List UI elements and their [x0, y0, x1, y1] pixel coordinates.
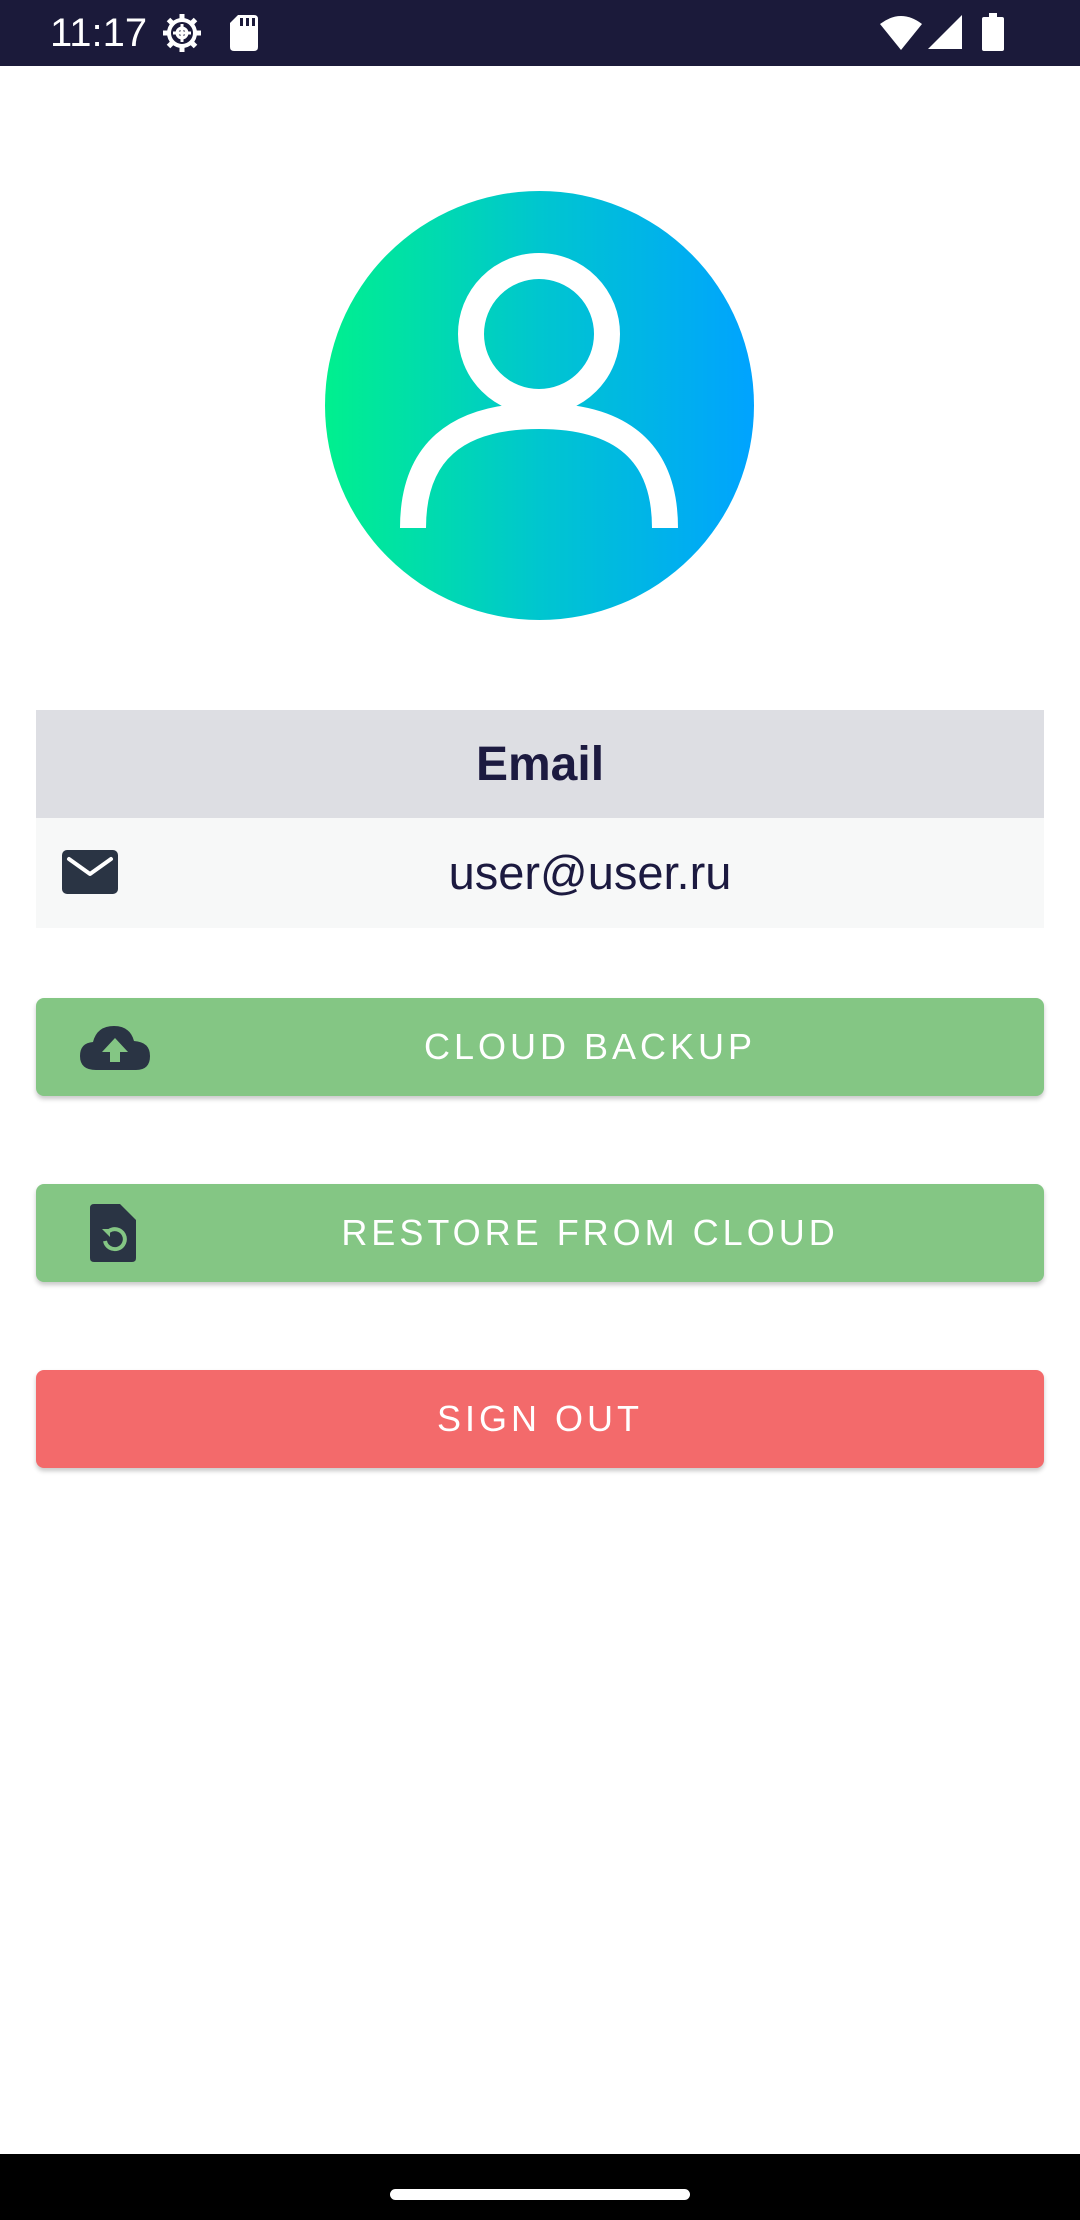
battery-icon — [982, 13, 1004, 51]
email-header: Email — [36, 710, 1044, 818]
profile-avatar — [325, 191, 754, 620]
cloud-backup-button[interactable]: CLOUD BACKUP — [36, 998, 1044, 1096]
sd-card-icon — [230, 15, 258, 51]
status-bar: 11:17 — [0, 0, 1080, 66]
user-icon — [400, 253, 678, 529]
gear-icon — [163, 14, 201, 52]
restore-from-cloud-label: RESTORE FROM CLOUD — [341, 1212, 839, 1253]
sign-out-button[interactable]: SIGN OUT — [36, 1370, 1044, 1468]
email-header-label: Email — [475, 737, 605, 791]
home-gesture-handle[interactable] — [390, 2189, 690, 2200]
cloud-backup-label: CLOUD BACKUP — [423, 1026, 757, 1067]
file-restore-icon — [90, 1204, 136, 1262]
signal-icon — [928, 15, 962, 49]
profile-screen: 11:17 Email user@user.ru CLOUD BACKUP RE… — [0, 0, 1080, 2220]
sign-out-label: SIGN OUT — [436, 1398, 643, 1439]
navigation-bar — [0, 2154, 1080, 2220]
email-row: user@user.ru — [36, 818, 1044, 928]
status-time: 11:17 — [50, 11, 148, 55]
wifi-icon — [880, 16, 922, 50]
restore-from-cloud-button[interactable]: RESTORE FROM CLOUD — [36, 1184, 1044, 1282]
mail-icon — [62, 850, 118, 894]
email-value: user@user.ru — [448, 846, 732, 899]
